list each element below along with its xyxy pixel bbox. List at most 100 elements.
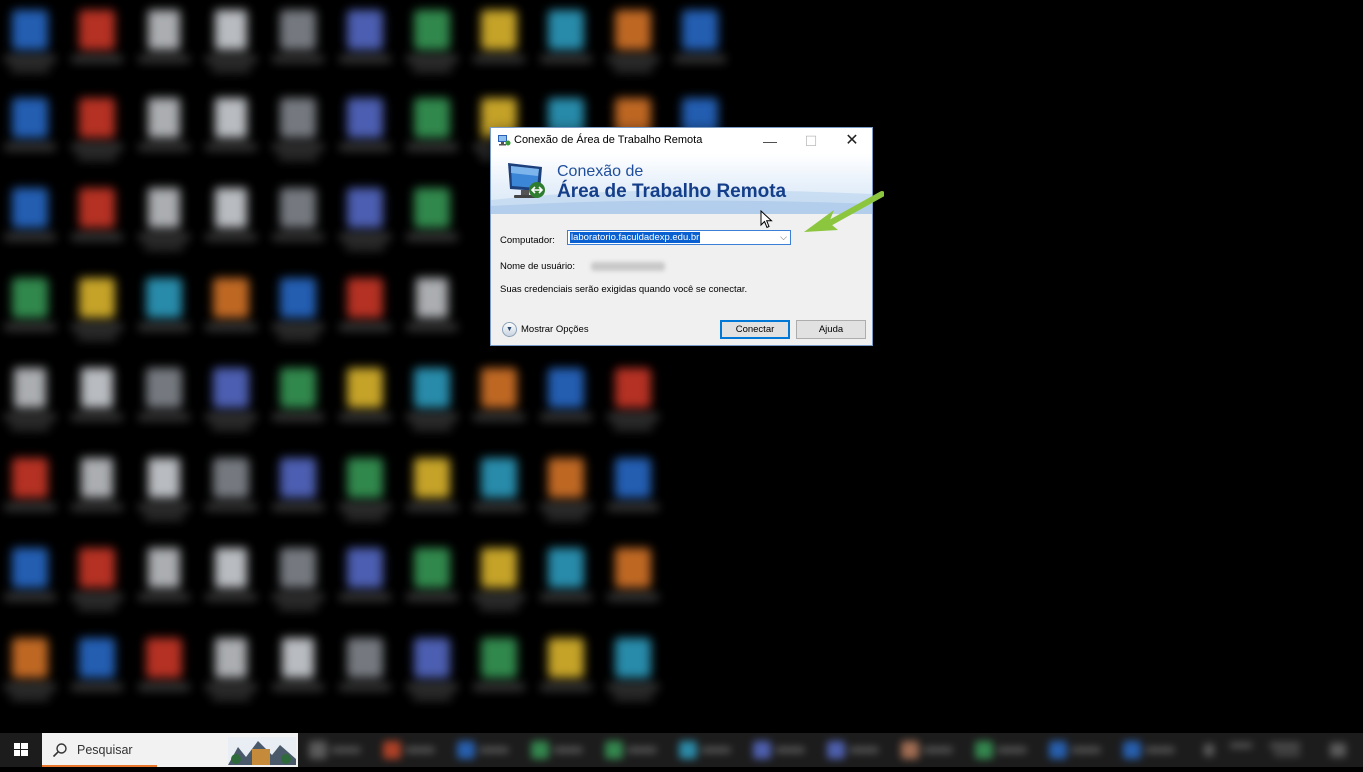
taskbar-app-button[interactable] (1045, 738, 1107, 762)
desktop-icon[interactable] (603, 632, 663, 712)
desktop-icon[interactable] (536, 542, 596, 622)
desktop-icon[interactable] (67, 4, 127, 84)
desktop-icon[interactable] (134, 632, 194, 712)
minimize-button[interactable]: — (750, 128, 790, 154)
desktop-icon[interactable] (201, 632, 261, 712)
desktop-icon[interactable] (268, 452, 328, 532)
desktop-icon[interactable] (335, 362, 395, 442)
show-options-label[interactable]: Mostrar Opções (521, 324, 589, 335)
taskbar-app-button[interactable] (1119, 738, 1181, 762)
taskbar-app-button[interactable] (823, 738, 885, 762)
desktop-icon[interactable] (402, 182, 462, 262)
desktop-icon[interactable] (268, 272, 328, 352)
desktop-icon[interactable] (0, 452, 60, 532)
desktop-icon[interactable] (0, 182, 60, 262)
desktop-icon[interactable] (67, 632, 127, 712)
start-button[interactable] (0, 733, 42, 767)
desktop-icon[interactable] (335, 632, 395, 712)
desktop-icon[interactable] (402, 452, 462, 532)
desktop-icon[interactable] (67, 182, 127, 262)
taskbar-app-button[interactable] (675, 738, 737, 762)
desktop-icon[interactable] (335, 4, 395, 84)
computer-input[interactable]: laboratorio.faculdadexp.edu.br (570, 232, 701, 243)
show-options-toggle[interactable]: ▼ (502, 322, 517, 337)
desktop-icon[interactable] (335, 452, 395, 532)
desktop-icon[interactable] (402, 362, 462, 442)
desktop-icon[interactable] (402, 542, 462, 622)
taskbar-app-button[interactable] (897, 738, 959, 762)
desktop-icon[interactable] (201, 542, 261, 622)
desktop-icon[interactable] (603, 4, 663, 84)
taskbar-app-button[interactable] (601, 738, 663, 762)
desktop-icon[interactable] (67, 452, 127, 532)
desktop-icon[interactable] (134, 92, 194, 172)
taskbar-app-button[interactable] (379, 738, 441, 762)
desktop-icon[interactable] (536, 452, 596, 532)
desktop-icon[interactable] (268, 4, 328, 84)
desktop-icon[interactable] (469, 452, 529, 532)
desktop-icon[interactable] (67, 362, 127, 442)
taskbar-search[interactable]: Pesquisar (42, 733, 298, 767)
desktop-icon[interactable] (536, 632, 596, 712)
taskbar-app-button[interactable] (453, 738, 515, 762)
desktop-icon[interactable] (603, 362, 663, 442)
taskbar-app-button[interactable] (749, 738, 811, 762)
chevron-down-icon[interactable]: ⌵ (780, 231, 787, 244)
desktop-icon[interactable] (134, 452, 194, 532)
computer-combobox[interactable]: laboratorio.faculdadexp.edu.br ⌵ (567, 230, 791, 245)
desktop-icon[interactable] (335, 272, 395, 352)
desktop-icon[interactable] (268, 182, 328, 262)
search-placeholder[interactable]: Pesquisar (77, 743, 133, 757)
desktop-icon[interactable] (402, 632, 462, 712)
desktop-icon[interactable] (603, 542, 663, 622)
desktop-icon[interactable] (201, 362, 261, 442)
close-button[interactable]: ✕ (832, 128, 872, 154)
desktop-icon[interactable] (134, 4, 194, 84)
desktop-icon[interactable] (0, 92, 60, 172)
desktop-icon[interactable] (0, 632, 60, 712)
taskbar-app-button[interactable] (305, 738, 367, 762)
desktop-icon[interactable] (67, 92, 127, 172)
desktop-icon-image (14, 368, 46, 408)
desktop-icon[interactable] (335, 182, 395, 262)
title-bar[interactable]: Conexão de Área de Trabalho Remota — ☐ ✕ (491, 128, 872, 154)
desktop-icon[interactable] (268, 92, 328, 172)
desktop-icon[interactable] (201, 4, 261, 84)
desktop-icon[interactable] (0, 4, 60, 84)
desktop-icon[interactable] (201, 452, 261, 532)
desktop-icon[interactable] (268, 632, 328, 712)
desktop-icon[interactable] (469, 542, 529, 622)
maximize-button[interactable]: ☐ (791, 128, 831, 154)
desktop-icon[interactable] (268, 542, 328, 622)
desktop-icon[interactable] (201, 182, 261, 262)
desktop-icon[interactable] (469, 4, 529, 84)
desktop-icon[interactable] (536, 362, 596, 442)
taskbar-app-button[interactable] (971, 738, 1033, 762)
desktop-icon[interactable] (402, 92, 462, 172)
desktop-icon[interactable] (134, 182, 194, 262)
connect-button[interactable]: Conectar (720, 320, 790, 339)
desktop-icon[interactable] (134, 542, 194, 622)
desktop-icon[interactable] (201, 272, 261, 352)
help-button[interactable]: Ajuda (796, 320, 866, 339)
desktop-icon[interactable] (670, 4, 730, 84)
desktop-icon[interactable] (0, 542, 60, 622)
desktop-icon[interactable] (201, 92, 261, 172)
desktop-icon[interactable] (536, 4, 596, 84)
desktop-icon[interactable] (134, 362, 194, 442)
desktop-icon[interactable] (603, 452, 663, 532)
desktop-icon[interactable] (67, 542, 127, 622)
desktop-icon[interactable] (402, 272, 462, 352)
desktop-icon[interactable] (335, 542, 395, 622)
desktop-icon[interactable] (469, 362, 529, 442)
desktop-icon[interactable] (268, 362, 328, 442)
desktop-icon[interactable] (134, 272, 194, 352)
desktop-icon[interactable] (67, 272, 127, 352)
desktop-icon[interactable] (335, 92, 395, 172)
desktop-icon[interactable] (402, 4, 462, 84)
desktop-icon[interactable] (0, 362, 60, 442)
system-tray[interactable] (1190, 739, 1360, 761)
desktop-icon[interactable] (469, 632, 529, 712)
desktop-icon[interactable] (0, 272, 60, 352)
taskbar-app-button[interactable] (527, 738, 589, 762)
